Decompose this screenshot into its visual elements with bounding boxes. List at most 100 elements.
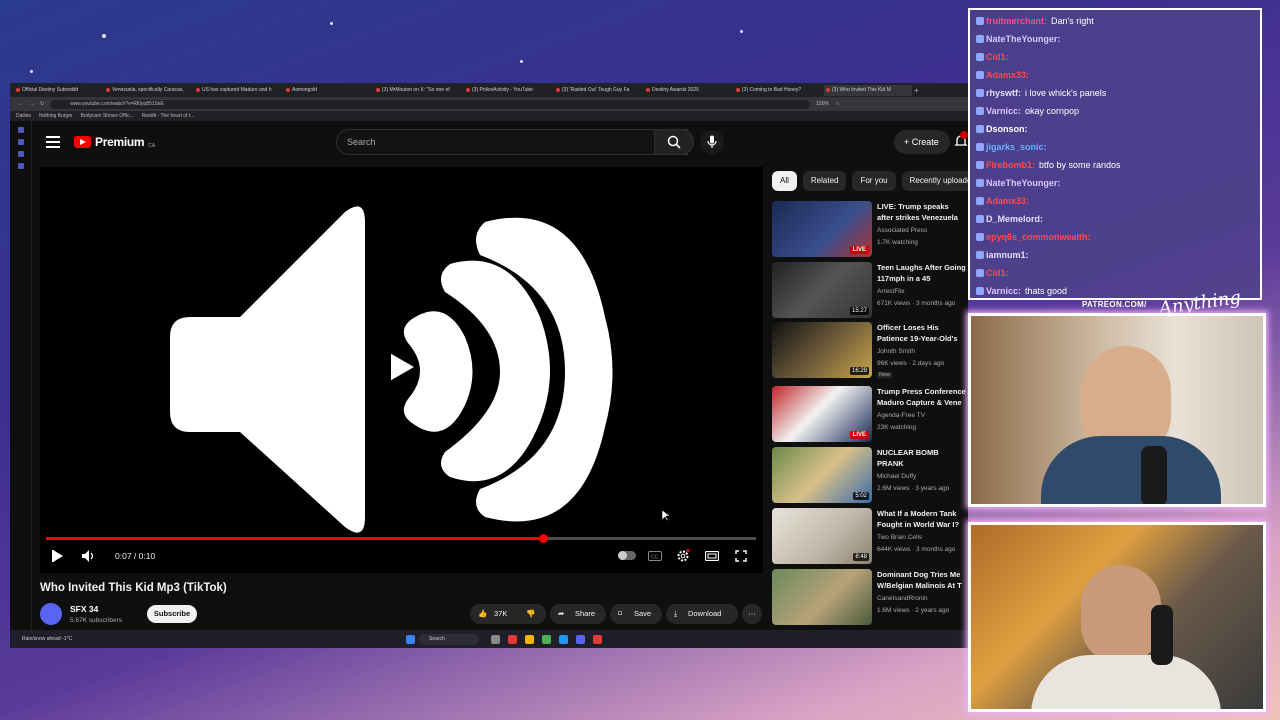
- recommendation-channel[interactable]: Two Brain Cells: [877, 534, 922, 541]
- forward-icon[interactable]: →: [29, 101, 34, 107]
- recommendation-item[interactable]: 15:27 Teen Laughs After Going 117mph in …: [772, 262, 968, 320]
- share-button[interactable]: ➦ Share: [550, 604, 606, 624]
- channel-name[interactable]: SFX 34: [70, 604, 98, 614]
- url-input[interactable]: www.youtube.com/watch?v=Rl0yq851SxE: [50, 99, 811, 109]
- browser-tab[interactable]: (3) MrMouton on X: "So one of: [374, 85, 462, 96]
- recommendation-title[interactable]: Teen Laughs After Going 117mph in a 45: [877, 262, 967, 284]
- video-thumbnail[interactable]: [772, 569, 872, 625]
- thumbs-up-icon[interactable]: 👍: [478, 604, 487, 624]
- video-thumbnail[interactable]: 16:29: [772, 322, 872, 378]
- recommendation-channel[interactable]: Johnth Smith: [877, 348, 915, 355]
- logo-text: Premium: [95, 135, 145, 149]
- download-button[interactable]: ⤓ Download: [666, 604, 738, 624]
- recommendation-item[interactable]: Dominant Dog Tries Me W/Belgian Malinois…: [772, 569, 968, 627]
- recommendation-item[interactable]: 8:48 What If a Modern Tank Fought in Wor…: [772, 508, 968, 566]
- browser-tab[interactable]: US has captured Maduro and h: [194, 85, 282, 96]
- create-button[interactable]: + Create: [894, 130, 950, 154]
- bookmark-item[interactable]: Bodycam Shows Offic...: [81, 113, 134, 119]
- browser-tab[interactable]: (3) PoliceActivity - YouTube: [464, 85, 552, 96]
- zoom-level[interactable]: 150%: [816, 101, 829, 107]
- chat-text: i love whick's panels: [1025, 88, 1107, 98]
- taskview-icon[interactable]: [491, 634, 500, 644]
- recommendation-channel[interactable]: Associated Press: [877, 227, 927, 234]
- file-explorer-icon[interactable]: [525, 634, 534, 644]
- chip-recently-uploaded[interactable]: Recently uploaded: [901, 171, 968, 191]
- theater-mode-icon[interactable]: [705, 551, 719, 561]
- back-icon[interactable]: ←: [18, 101, 23, 107]
- bookmark-item[interactable]: Nothing Burger: [39, 113, 73, 119]
- video-player[interactable]: [40, 167, 763, 573]
- browser-tab[interactable]: (3) Coming to Bad Honey?: [734, 85, 822, 96]
- recommendation-title[interactable]: Officer Loses His Patience 19-Year-Old's…: [877, 322, 967, 346]
- video-thumbnail[interactable]: 15:27: [772, 262, 872, 318]
- side-panel-icon[interactable]: [17, 151, 24, 157]
- voice-search-button[interactable]: [700, 130, 724, 154]
- recommendation-channel[interactable]: Michael Duffy: [877, 473, 916, 480]
- taskbar-app-icon[interactable]: [542, 634, 551, 644]
- side-panel-icon[interactable]: [17, 127, 24, 133]
- chip-all[interactable]: All: [772, 171, 797, 191]
- discord-icon[interactable]: [576, 634, 585, 644]
- chip-related[interactable]: Related: [802, 171, 847, 191]
- progress-bar[interactable]: [46, 534, 756, 543]
- video-thumbnail[interactable]: 8:48: [772, 508, 872, 564]
- recommendation-title[interactable]: Trump Press Conference Maduro Capture & …: [877, 386, 967, 408]
- browser-tab[interactable]: Official Destiny Subreddit: [14, 85, 102, 96]
- mouse-cursor-icon: [662, 510, 670, 522]
- browser-tab[interactable]: Venezuela, specifically Caracas,: [104, 85, 192, 96]
- play-icon[interactable]: [52, 550, 64, 562]
- recommendation-item[interactable]: 5:02 NUCLEAR BOMB PRANK Michael Duffy 2.…: [772, 447, 968, 505]
- recommendation-title[interactable]: What If a Modern Tank Fought in World Wa…: [877, 508, 967, 530]
- side-panel-icon[interactable]: [17, 163, 24, 169]
- play-overlay-icon[interactable]: [388, 350, 418, 384]
- search-input[interactable]: Search: [336, 129, 688, 155]
- recommendation-title[interactable]: NUCLEAR BOMB PRANK: [877, 447, 967, 469]
- menu-icon[interactable]: [46, 133, 60, 151]
- more-actions-icon[interactable]: ⋯: [742, 604, 762, 624]
- reload-icon[interactable]: ↻: [40, 101, 44, 107]
- recommendation-title[interactable]: LIVE: Trump speaks after strikes Venezue…: [877, 201, 967, 225]
- subscriber-count: 5.67K subscribers: [70, 617, 123, 624]
- recommendation-channel[interactable]: CaneIsandRronin: [877, 595, 928, 602]
- taskbar-app-icon[interactable]: [559, 634, 568, 644]
- taskbar-search[interactable]: Search: [419, 633, 479, 645]
- browser-tab[interactable]: Destiny Awards 2025: [644, 85, 732, 96]
- weather-widget[interactable]: Rain/snow ahead -1°C: [22, 636, 402, 642]
- recommendation-channel[interactable]: Agenda-Free TV: [877, 412, 925, 419]
- save-button[interactable]: ⌑ Save: [610, 604, 662, 624]
- chip-for-you[interactable]: For you: [852, 171, 896, 191]
- fullscreen-icon[interactable]: [735, 550, 747, 562]
- windows-start-icon[interactable]: [406, 634, 415, 644]
- settings-gear-icon[interactable]: [676, 549, 690, 563]
- progress-scrubber[interactable]: [539, 534, 548, 543]
- recommendation-item[interactable]: LIVE LIVE: Trump speaks after strikes Ve…: [772, 201, 968, 259]
- browser-tab[interactable]: (3) 'Raided Out' Tough Guy Fa: [554, 85, 642, 96]
- youtube-logo[interactable]: Premium CA: [74, 135, 155, 149]
- taskbar-app-icon[interactable]: [508, 634, 517, 644]
- browser-tab-active[interactable]: (3) Who Invited This Kid M: [824, 84, 912, 96]
- channel-avatar[interactable]: [40, 603, 62, 625]
- search-button[interactable]: [654, 129, 694, 155]
- thumbs-down-icon[interactable]: 👎: [526, 604, 535, 624]
- bookmark-star-icon[interactable]: ☆: [835, 101, 839, 107]
- new-tab-button[interactable]: +: [914, 86, 926, 95]
- side-panel-icon[interactable]: [17, 139, 24, 145]
- chat-badge-icon: [976, 35, 984, 43]
- chat-badge-icon: [976, 269, 984, 277]
- recommendation-item[interactable]: 16:29 Officer Loses His Patience 19-Year…: [772, 322, 968, 380]
- chrome-icon[interactable]: [593, 634, 602, 644]
- captions-icon[interactable]: CC: [648, 551, 662, 561]
- autoplay-toggle[interactable]: [618, 551, 636, 560]
- video-thumbnail[interactable]: LIVE: [772, 201, 872, 257]
- recommendation-title[interactable]: Dominant Dog Tries Me W/Belgian Malinois…: [877, 569, 967, 591]
- subscribe-button[interactable]: Subscribe: [147, 605, 197, 623]
- volume-icon[interactable]: [82, 550, 96, 562]
- video-thumbnail[interactable]: 5:02: [772, 447, 872, 503]
- recommendation-channel[interactable]: ArrestFlix: [877, 288, 904, 295]
- recommendation-item[interactable]: LIVE Trump Press Conference Maduro Captu…: [772, 386, 968, 444]
- browser-tab[interactable]: Asmongold: [284, 85, 372, 96]
- bookmark-item[interactable]: Dailies: [16, 113, 31, 119]
- like-count[interactable]: 37K: [494, 604, 507, 624]
- bookmark-item[interactable]: Reddit - The heart of t...: [142, 113, 195, 119]
- video-thumbnail[interactable]: LIVE: [772, 386, 872, 442]
